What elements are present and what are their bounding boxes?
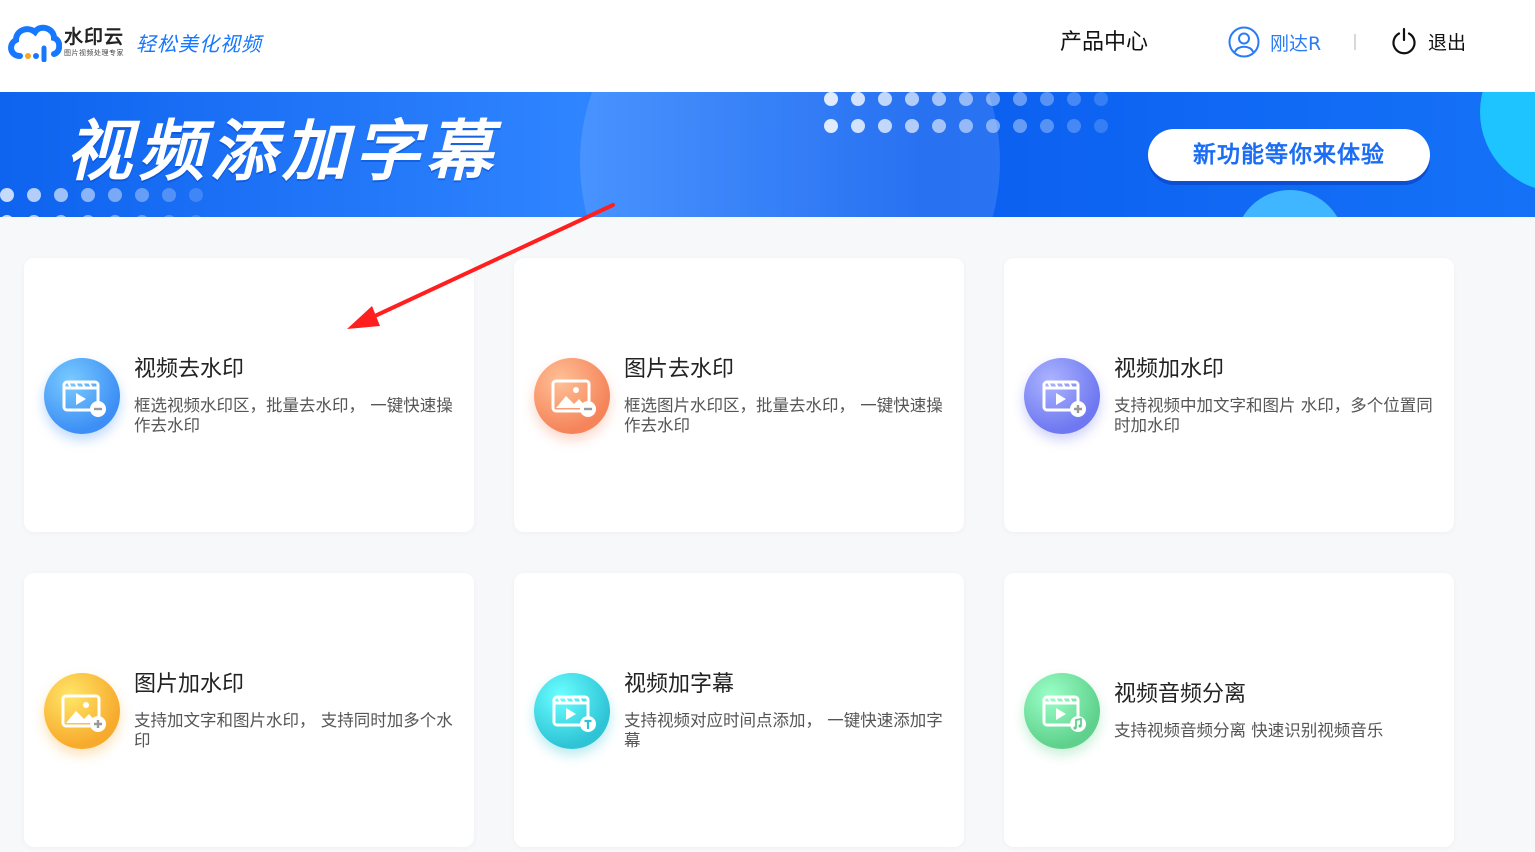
user-avatar-icon	[1228, 26, 1260, 58]
banner-dot	[959, 92, 973, 106]
banner-dot	[0, 215, 14, 217]
banner-dot	[824, 92, 838, 106]
card-description: 支持加文字和图片水印， 支持同时加多个水印	[134, 711, 453, 750]
card-title: 视频去水印	[134, 357, 245, 382]
banner-dot	[851, 119, 865, 133]
card-description: 框选视频水印区，批量去水印， 一键快速操作去水印	[134, 396, 453, 435]
new-feature-button[interactable]: 新功能等你来体验	[1148, 129, 1430, 181]
banner-decoration	[1480, 92, 1535, 192]
user-name: 刚达R	[1270, 32, 1322, 55]
banner-dot	[27, 188, 41, 202]
banner-dot	[1094, 119, 1108, 133]
banner-dot	[54, 215, 68, 217]
banner-dot	[932, 92, 946, 106]
banner-dot	[27, 215, 41, 217]
banner-dot	[189, 215, 203, 217]
card-title: 视频音频分离	[1114, 682, 1247, 707]
banner-dot	[905, 119, 919, 133]
card-video-add-subtitle[interactable]: 视频加字幕 支持视频对应时间点添加， 一键快速添加字幕	[514, 573, 964, 847]
top-header: 水印云 图片视频处理专家 轻松美化视频 产品中心 刚达R 退出	[0, 0, 1535, 92]
card-description: 支持视频中加文字和图片 水印，多个位置同时加水印	[1114, 396, 1433, 435]
card-description: 支持视频对应时间点添加， 一键快速添加字幕	[624, 711, 943, 750]
banner-dot	[1013, 119, 1027, 133]
banner-decoration	[1235, 190, 1345, 217]
video-add-watermark-icon	[1024, 358, 1100, 434]
card-description: 支持视频音频分离 快速识别视频音乐	[1114, 721, 1384, 740]
video-remove-watermark-icon	[44, 358, 120, 434]
logo[interactable]: 水印云 图片视频处理专家 轻松美化视频	[6, 22, 262, 62]
logout-button[interactable]: 退出	[1390, 27, 1466, 55]
card-video-add-watermark[interactable]: 视频加水印 支持视频中加文字和图片 水印，多个位置同时加水印	[1004, 258, 1454, 532]
power-icon	[1392, 27, 1416, 55]
user-account[interactable]: 刚达R	[1228, 26, 1321, 58]
video-add-subtitle-icon	[534, 673, 610, 749]
banner-dot	[824, 119, 838, 133]
card-video-remove-watermark[interactable]: 视频去水印 框选视频水印区，批量去水印， 一键快速操作去水印	[24, 258, 474, 532]
header-divider	[1354, 34, 1356, 50]
card-title: 图片去水印	[624, 357, 735, 382]
card-title: 图片加水印	[134, 672, 245, 697]
banner-dot	[135, 215, 149, 217]
banner-dot	[986, 92, 1000, 106]
logo-text: 水印云	[64, 26, 125, 48]
banner-dot	[1013, 92, 1027, 106]
card-video-audio-separate[interactable]: 视频音频分离 支持视频音频分离 快速识别视频音乐	[1004, 573, 1454, 847]
card-title: 视频加字幕	[624, 672, 735, 697]
slogan: 轻松美化视频	[136, 31, 263, 56]
banner-dot	[1040, 119, 1054, 133]
banner-dot	[1040, 92, 1054, 106]
banner-dot	[932, 119, 946, 133]
image-add-watermark-icon	[44, 673, 120, 749]
banner-decoration	[580, 92, 1000, 217]
card-title: 视频加水印	[1114, 357, 1225, 382]
banner-dot	[878, 119, 892, 133]
banner-dot	[878, 92, 892, 106]
banner-dot	[986, 119, 1000, 133]
card-description: 框选图片水印区，批量去水印， 一键快速操作去水印	[624, 396, 943, 435]
banner-dot	[0, 188, 14, 202]
card-image-add-watermark[interactable]: 图片加水印 支持加文字和图片水印， 支持同时加多个水印	[24, 573, 474, 847]
banner-title: 视频添加字幕	[66, 113, 498, 190]
logout-label: 退出	[1428, 31, 1467, 54]
banner-dot	[959, 119, 973, 133]
banner-dot	[81, 215, 95, 217]
banner-dot	[905, 92, 919, 106]
banner-dot	[1067, 119, 1081, 133]
banner-dot	[851, 92, 865, 106]
cloud-logo-icon	[8, 24, 62, 62]
image-remove-watermark-icon	[534, 358, 610, 434]
video-audio-separate-icon	[1024, 673, 1100, 749]
banner-dot	[1094, 92, 1108, 106]
banner-dot	[1067, 92, 1081, 106]
card-image-remove-watermark[interactable]: 图片去水印 框选图片水印区，批量去水印， 一键快速操作去水印	[514, 258, 964, 532]
banner-dot	[108, 215, 122, 217]
nav-products[interactable]: 产品中心	[1060, 28, 1148, 58]
banner-dot	[162, 215, 176, 217]
logo-subtitle: 图片视频处理专家	[64, 49, 124, 57]
